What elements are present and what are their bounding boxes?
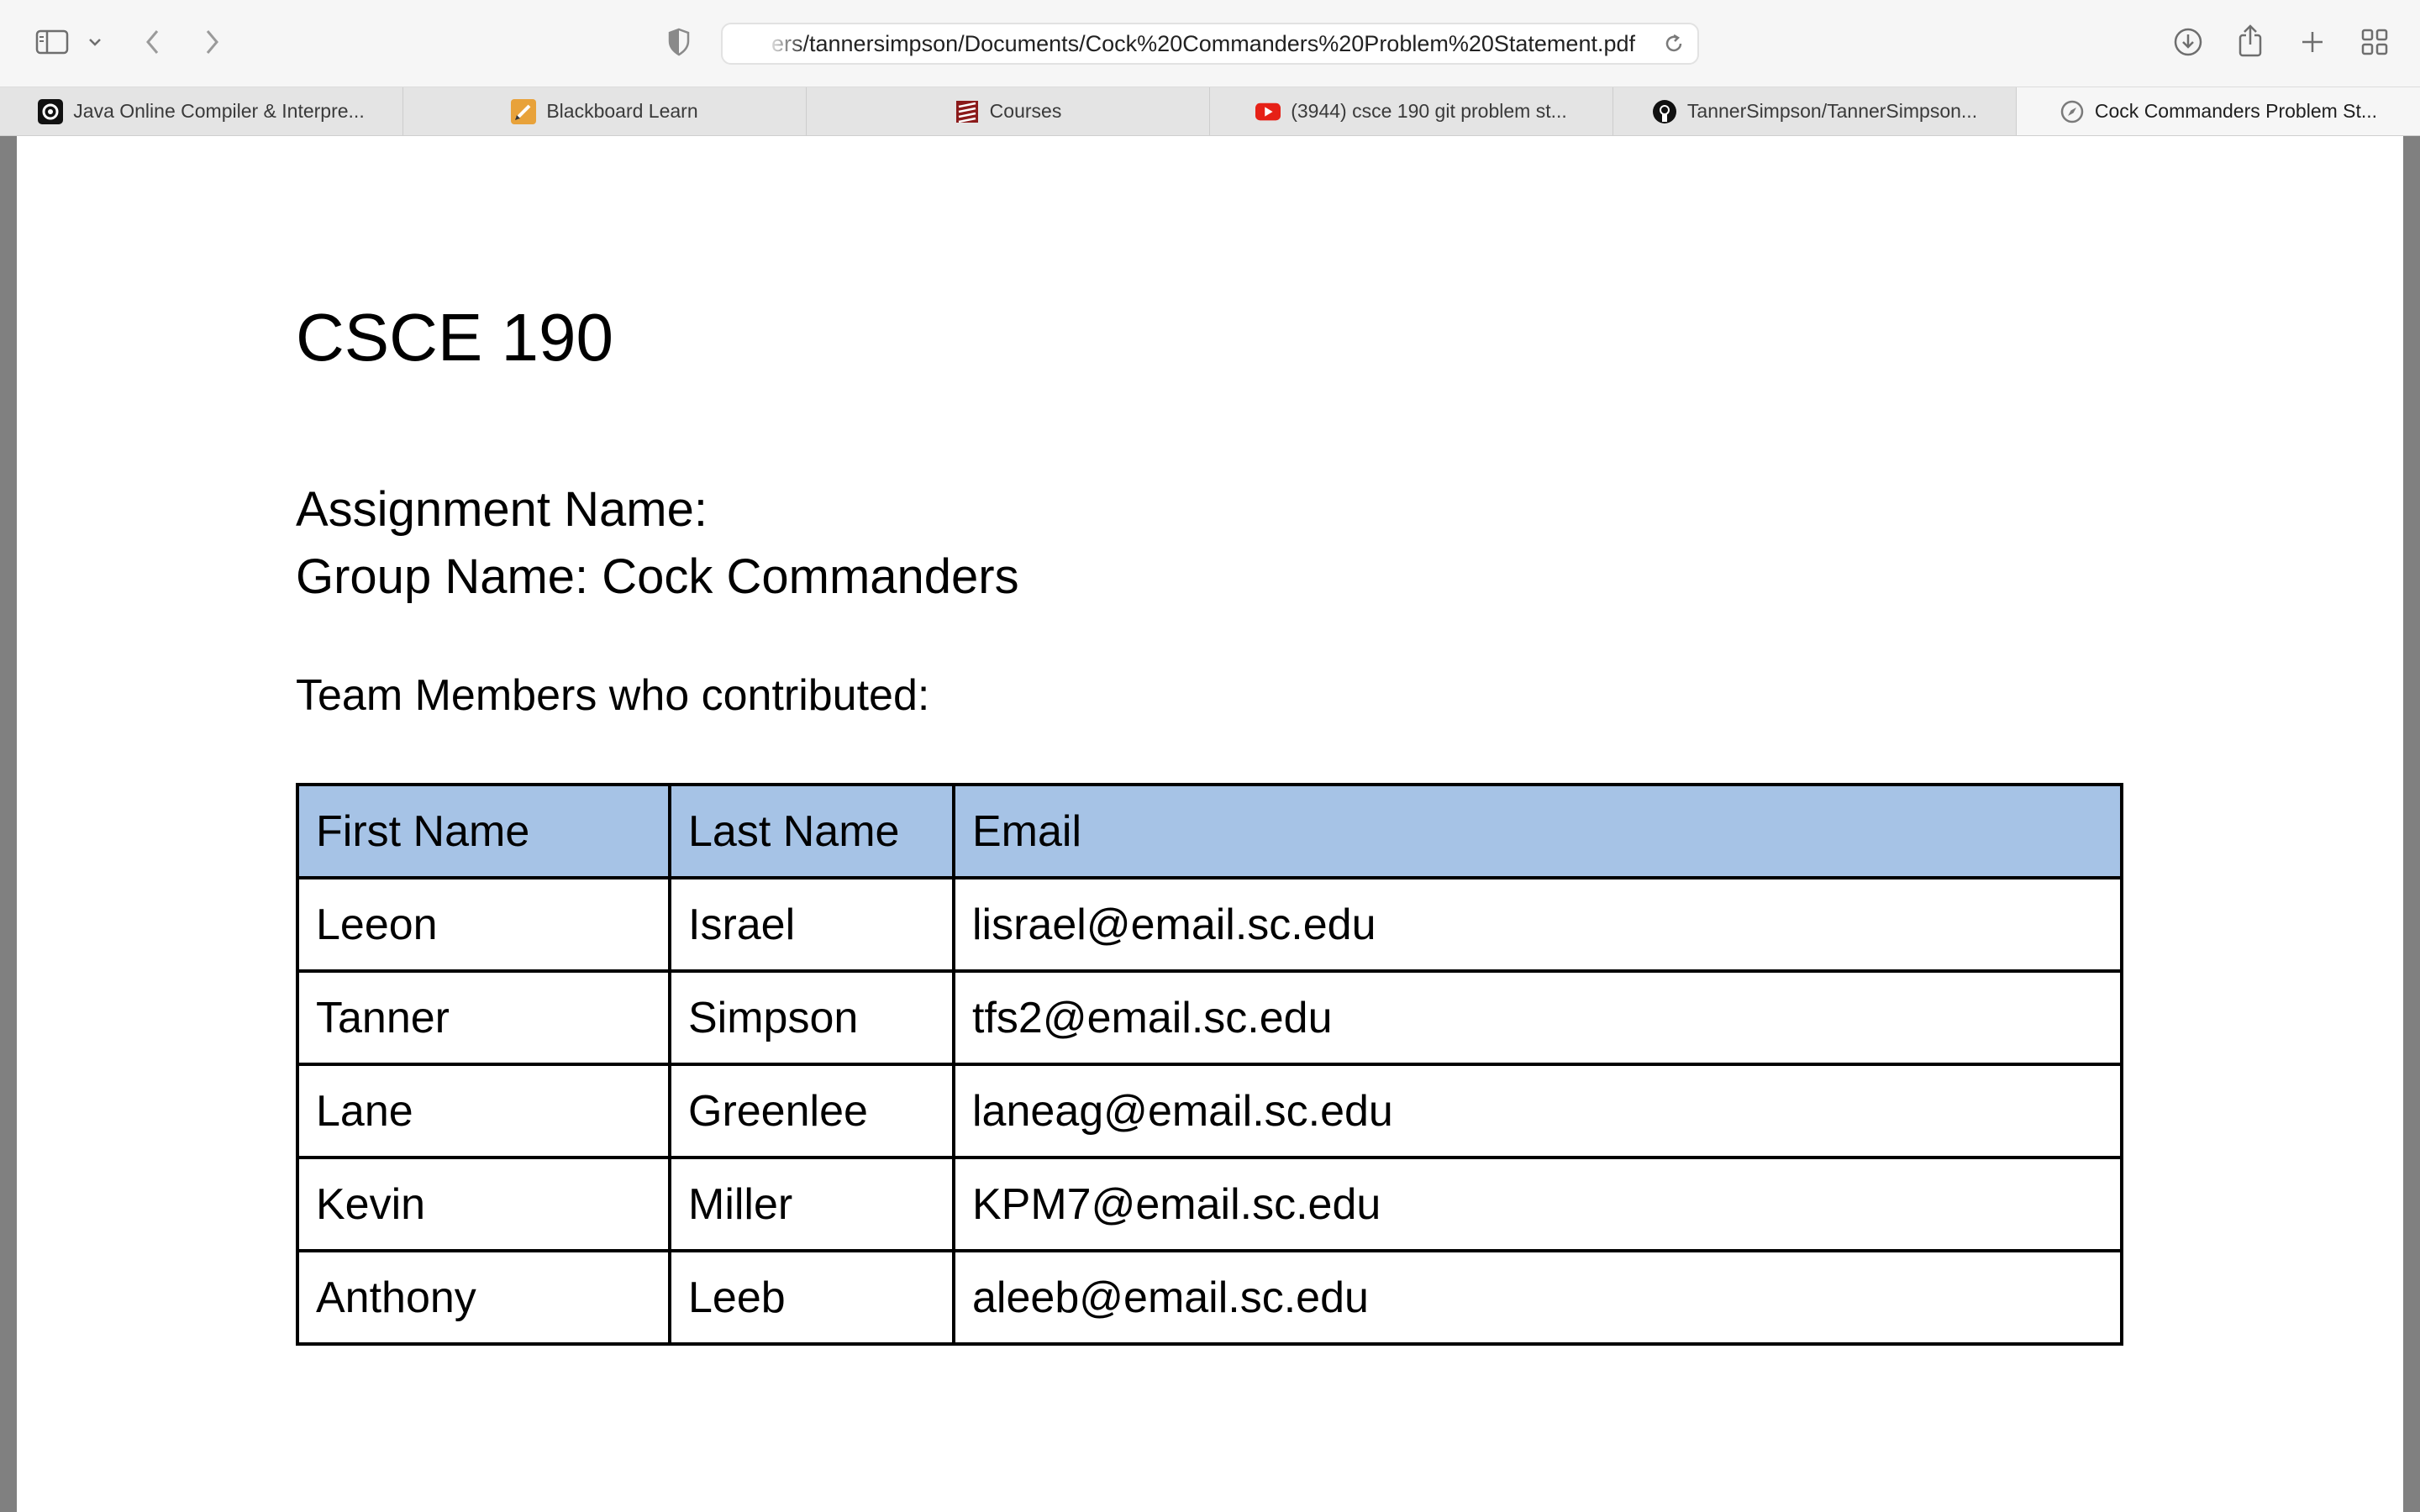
tab-title: TannerSimpson/TannerSimpson...: [1686, 100, 1978, 122]
reload-icon: [1665, 34, 1682, 52]
table-header-row: First Name Last Name Email: [296, 783, 2123, 879]
last-name-cell: Israel: [668, 876, 955, 973]
header-first-name: First Name: [296, 783, 671, 879]
plus-icon: [2302, 32, 2323, 52]
shield-icon: [668, 28, 690, 56]
table-row: Leeon Israel lisrael@email.sc.edu: [296, 876, 2123, 973]
tab-courses[interactable]: Courses: [807, 87, 1210, 135]
sidebar-toggle-button[interactable]: [30, 20, 74, 64]
chevron-right-icon: [206, 30, 218, 54]
tab-overview-button[interactable]: [2356, 20, 2393, 64]
email-cell: aleeb@email.sc.edu: [952, 1249, 2123, 1346]
email-cell: lisrael@email.sc.edu: [952, 876, 2123, 973]
forward-button[interactable]: [193, 20, 230, 64]
reload-button[interactable]: [1650, 24, 1697, 63]
download-icon: [2174, 28, 2202, 56]
address-bar[interactable]: ers/tannersimpson/Documents/Cock%20Comma…: [721, 23, 1699, 65]
first-name-cell: Tanner: [296, 969, 671, 1066]
youtube-favicon: [1255, 99, 1281, 124]
assignment-name-label: Assignment Name:: [296, 482, 708, 537]
browser-toolbar: ers/tannersimpson/Documents/Cock%20Comma…: [0, 0, 2420, 87]
table-row: Kevin Miller KPM7@email.sc.edu: [296, 1156, 2123, 1252]
tab-title: Cock Commanders Problem St...: [2094, 100, 2378, 122]
first-name-cell: Kevin: [296, 1156, 671, 1252]
courses-favicon: [955, 99, 980, 124]
table-row: Lane Greenlee laneag@email.sc.edu: [296, 1063, 2123, 1159]
chevron-left-icon: [146, 30, 159, 54]
privacy-report-button[interactable]: [660, 20, 697, 64]
email-cell: tfs2@email.sc.edu: [952, 969, 2123, 1066]
group-name-label: Group Name: Cock Commanders: [296, 549, 1019, 604]
last-name-cell: Miller: [668, 1156, 955, 1252]
share-button[interactable]: [2232, 18, 2269, 62]
tab-title: (3944) csce 190 git problem st...: [1291, 100, 1567, 122]
tab-github[interactable]: TannerSimpson/TannerSimpson...: [1613, 87, 2017, 135]
email-cell: KPM7@email.sc.edu: [952, 1156, 2123, 1252]
email-cell: laneag@email.sc.edu: [952, 1063, 2123, 1159]
first-name-cell: Lane: [296, 1063, 671, 1159]
new-tab-button[interactable]: [2294, 20, 2331, 64]
downloads-button[interactable]: [2170, 20, 2207, 64]
tab-java-compiler[interactable]: Java Online Compiler & Interpre...: [0, 87, 403, 135]
back-button[interactable]: [134, 20, 171, 64]
header-email: Email: [952, 783, 2123, 879]
first-name-cell: Leeon: [296, 876, 671, 973]
last-name-cell: Greenlee: [668, 1063, 955, 1159]
header-last-name: Last Name: [668, 783, 955, 879]
tab-overview-icon: [2361, 29, 2388, 55]
tab-bar: Java Online Compiler & Interpre... Black…: [0, 87, 2420, 136]
pdf-viewer[interactable]: CSCE 190 Assignment Name: Group Name: Co…: [0, 136, 2420, 1512]
blackboard-favicon: [511, 98, 537, 124]
team-members-table: First Name Last Name Email Leeon Israel …: [296, 783, 2123, 1346]
last-name-cell: Leeb: [668, 1249, 955, 1346]
url-text[interactable]: ers/tannersimpson/Documents/Cock%20Comma…: [723, 31, 1650, 57]
chevron-down-icon: [89, 39, 101, 46]
tab-blackboard[interactable]: Blackboard Learn: [403, 87, 807, 135]
tab-youtube[interactable]: (3944) csce 190 git problem st...: [1210, 87, 1613, 135]
tab-problem-statement[interactable]: Cock Commanders Problem St...: [2017, 87, 2420, 135]
pdf-page: CSCE 190 Assignment Name: Group Name: Co…: [17, 136, 2403, 1512]
tab-title: Java Online Compiler & Interpre...: [73, 100, 365, 122]
last-name-cell: Simpson: [668, 969, 955, 1066]
tab-group-menu-button[interactable]: [82, 20, 108, 64]
java-compiler-favicon: [38, 98, 64, 124]
share-icon: [2238, 24, 2262, 57]
first-name-cell: Anthony: [296, 1249, 671, 1346]
github-favicon: [1652, 99, 1677, 124]
tab-title: Courses: [989, 100, 1062, 122]
team-members-label: Team Members who contributed:: [296, 671, 930, 720]
tab-title: Blackboard Learn: [546, 100, 698, 122]
compass-favicon: [2060, 99, 2085, 124]
document-title: CSCE 190: [296, 300, 613, 375]
table-row: Anthony Leeb aleeb@email.sc.edu: [296, 1249, 2123, 1346]
table-row: Tanner Simpson tfs2@email.sc.edu: [296, 969, 2123, 1066]
sidebar-icon: [35, 29, 69, 55]
